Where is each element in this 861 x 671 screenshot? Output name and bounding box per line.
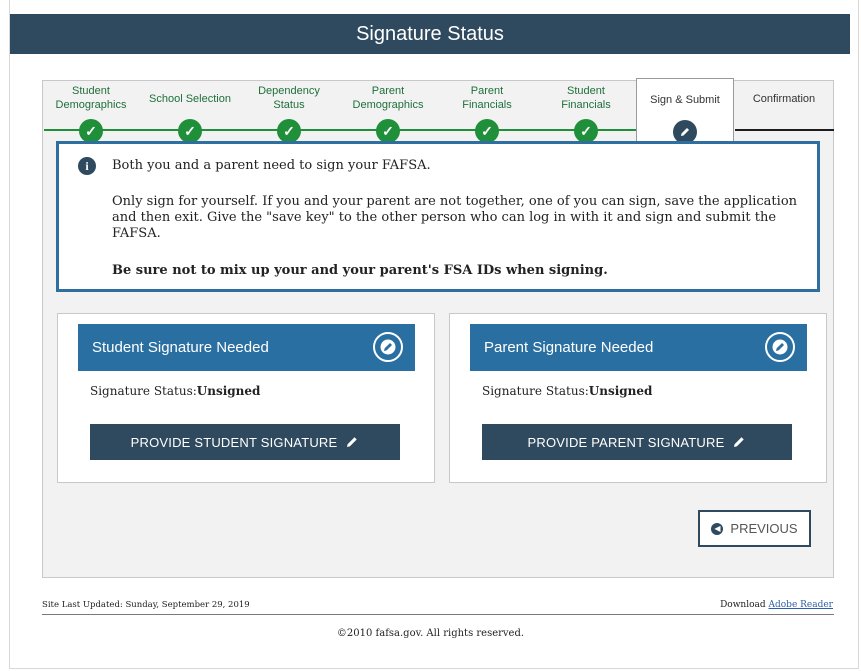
step-label: Confirmation (752, 93, 816, 105)
status-label: Signature Status: (482, 384, 589, 398)
chevron-left-icon: ◀ (711, 522, 724, 535)
step-label: School Selection (149, 93, 231, 105)
step-school-selection[interactable]: School Selection ✓ (141, 78, 239, 143)
download-reader: Download Adobe Reader (720, 600, 833, 610)
step-label: Parent Demographics (352, 85, 424, 111)
status-label: Signature Status: (90, 384, 197, 398)
step-dependency-status[interactable]: Dependency Status ✓ (240, 78, 338, 143)
step-student-financials[interactable]: Student Financials ✓ (537, 78, 635, 143)
card-title: Student Signature Needed (92, 339, 269, 356)
card-title: Parent Signature Needed (484, 339, 654, 356)
copyright: ©2010 fafsa.gov. All rights reserved. (336, 628, 525, 639)
check-icon: ✓ (277, 119, 301, 143)
footer-divider (42, 614, 834, 615)
pencil-badge-icon (373, 332, 403, 362)
page-title: Signature Status (356, 22, 504, 45)
button-label: PROVIDE PARENT SIGNATURE (527, 434, 725, 450)
info-paragraph: Only sign for yourself. If you and your … (112, 194, 798, 241)
page-header: Signature Status (10, 14, 850, 54)
info-headline: Both you and a parent need to sign your … (112, 158, 431, 173)
step-parent-financials[interactable]: Parent Financials ✓ (438, 78, 536, 143)
check-icon: ✓ (475, 119, 499, 143)
step-label: Student Demographics (55, 85, 127, 111)
status-value: Unsigned (588, 384, 653, 398)
adobe-reader-link[interactable]: Adobe Reader (769, 600, 834, 610)
check-icon: ✓ (574, 119, 598, 143)
provide-student-signature-button[interactable]: PROVIDE STUDENT SIGNATURE (90, 424, 400, 460)
info-warning: Be sure not to mix up your and your pare… (112, 263, 608, 278)
parent-signature-header: Parent Signature Needed (470, 324, 807, 371)
step-student-demographics[interactable]: Student Demographics ✓ (42, 78, 140, 143)
step-label: Parent Financials (462, 85, 512, 111)
progress-tracker: Student Demographics ✓ School Selection … (42, 78, 834, 144)
parent-signature-card: Parent Signature Needed Signature Status… (449, 313, 827, 483)
pencil-icon (347, 437, 358, 447)
previous-label: PREVIOUS (730, 521, 798, 536)
step-parent-demographics[interactable]: Parent Demographics ✓ (339, 78, 437, 143)
pencil-icon (681, 128, 689, 136)
pencil-icon (772, 339, 788, 355)
pencil-icon (380, 339, 396, 355)
info-icon: i (78, 157, 96, 175)
step-label: Student Financials (561, 85, 611, 111)
step-sign-submit[interactable]: Sign & Submit (636, 78, 734, 144)
pencil-badge-icon (765, 332, 795, 362)
download-prefix: Download (720, 600, 769, 610)
site-last-updated: Site Last Updated: Sunday, September 29,… (42, 600, 250, 610)
student-signature-header: Student Signature Needed (78, 324, 415, 371)
check-icon: ✓ (376, 119, 400, 143)
previous-button[interactable]: ◀ PREVIOUS (698, 510, 811, 547)
check-icon: ✓ (178, 119, 202, 143)
parent-signature-status: Signature Status:Unsigned (482, 384, 652, 398)
step-label: Sign & Submit (650, 94, 720, 106)
button-label: PROVIDE STUDENT SIGNATURE (130, 434, 338, 450)
student-signature-status: Signature Status:Unsigned (90, 384, 260, 398)
status-value: Unsigned (196, 384, 261, 398)
check-icon: ✓ (79, 119, 103, 143)
info-notice: i Both you and a parent need to sign you… (56, 141, 820, 292)
step-label: Dependency Status (258, 85, 320, 111)
step-confirmation[interactable]: Confirmation (735, 78, 833, 142)
provide-parent-signature-button[interactable]: PROVIDE PARENT SIGNATURE (482, 424, 792, 460)
pencil-icon (734, 437, 745, 447)
student-signature-card: Student Signature Needed Signature Statu… (57, 313, 435, 483)
